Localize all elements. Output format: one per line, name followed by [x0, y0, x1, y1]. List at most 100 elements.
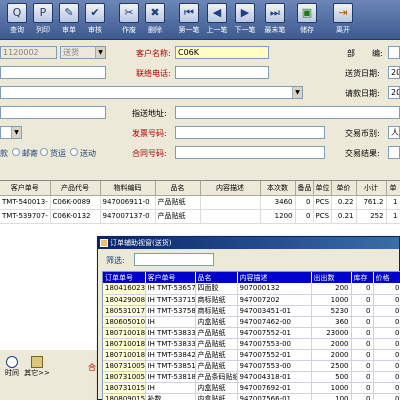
contract-no-field[interactable] [175, 146, 325, 159]
request-date-field[interactable]: 20 [388, 86, 400, 99]
address-select[interactable]: ▼ [0, 86, 303, 99]
table-row[interactable]: 180731005 IH TMT-53818 产品条码贴纸 947004318-01 5… [103, 371, 400, 383]
option-radio-4[interactable] [70, 148, 78, 156]
toolbar-button-7[interactable]: ◀ 上一笔 [204, 2, 230, 38]
table-cell: 200 [311, 283, 352, 295]
column-header[interactable]: 订单单号 [103, 272, 146, 283]
table-cell: 商标贴纸 [195, 294, 238, 306]
table-cell: 产品条码贴纸 [195, 371, 238, 383]
toolbar-button-11[interactable]: ⇥ 离开 [330, 2, 356, 38]
column-header[interactable]: 单位 [313, 181, 332, 196]
print-icon: P [33, 3, 53, 23]
column-header[interactable]: 物料编码 [100, 181, 156, 196]
table-cell: 0 [351, 349, 374, 361]
column-header[interactable]: 价格 [373, 272, 400, 283]
customer-name-field[interactable]: C06K [175, 46, 269, 59]
total-label: 合 [88, 363, 96, 372]
option-radio-2[interactable] [12, 148, 20, 156]
table-row[interactable]: 180809015 补数 内盒贴纸 947007566-01 100 0 0 [103, 393, 400, 400]
toolbar-button-5[interactable]: ✖ 删除 [142, 2, 168, 38]
column-header[interactable]: 品名 [195, 272, 238, 283]
exit-icon: ⇥ [333, 3, 353, 23]
column-header[interactable]: 客户单号 [145, 272, 196, 283]
column-header[interactable]: 内容描述 [237, 272, 312, 283]
dialog-title-bar[interactable]: 订单辅助视窗(送货) [98, 237, 399, 249]
currency-field[interactable]: 人 [388, 126, 400, 139]
column-header[interactable]: 内容描述 [200, 181, 261, 196]
option-label-4: 送动 [80, 149, 96, 158]
table-row[interactable]: 180731015 IH 内盒贴纸 947007692-01 1000 0 0 [103, 382, 400, 394]
table-cell: 0 [351, 338, 374, 350]
table-cell: 180809015 [103, 393, 146, 400]
table-cell: IH [145, 382, 196, 394]
table-cell: 180731015 [103, 382, 146, 394]
table-row[interactable]: 180710018 IH TMT-53833 产品贴纸 947007552-01 230… [103, 327, 400, 339]
column-header[interactable]: 品名 [155, 181, 201, 196]
header-field-left-4[interactable] [0, 106, 106, 119]
table-cell: 产品贴纸 [195, 338, 238, 350]
header-field-left-5[interactable]: ▼ [0, 126, 22, 139]
column-header[interactable]: 产品代号 [50, 181, 101, 196]
time-button[interactable]: 时间 [2, 356, 22, 377]
column-header[interactable]: 小计 [356, 181, 387, 196]
table-cell: 产品贴纸 [155, 209, 201, 224]
table-cell: IH TMT-53833 [145, 338, 196, 350]
toolbar-button-9[interactable]: ⏭ 最末笔 [262, 2, 288, 38]
invoice-no-label: 发票号码: [132, 129, 167, 138]
table-row[interactable]: 180710018 IH TMT-53842 产品贴纸 947007552-01 200… [103, 349, 400, 361]
delivery-address-field[interactable] [175, 106, 400, 119]
toolbar-button-3[interactable]: ✔ 审核 [82, 2, 108, 38]
table-row[interactable]: 180605010 IH 内盒贴纸 947007462-00 360 0 0 [103, 316, 400, 328]
table-cell: 947007137-0 [100, 209, 156, 224]
header-field-left-2[interactable] [0, 66, 106, 79]
order-helper-dialog: 订单辅助视窗(送货) 筛选: 订单单号 客户单号 品名 内容描述 出出数 库存 价格 180… [97, 236, 400, 400]
toolbar-button-8[interactable]: ▶ 下一笔 [232, 2, 258, 38]
invoice-no-field[interactable] [175, 126, 325, 139]
toolbar-button-0[interactable]: Q 查询 [4, 2, 30, 38]
column-header[interactable]: 出出数 [311, 272, 352, 283]
table-row[interactable]: 180731005 IH TMT-53851 产品贴纸 947007553-00 250… [103, 360, 400, 372]
save-icon: ▣ [297, 3, 317, 23]
table-cell: 0 [373, 327, 400, 339]
column-header[interactable]: 单价 [331, 181, 357, 196]
table-row[interactable]: TMT-540013- C06K-0089 947006911-0 产品贴纸 3460 0… [0, 195, 400, 210]
option-label-3: 货运 [50, 149, 66, 158]
delete-icon: ✖ [145, 3, 165, 23]
query-icon: Q [7, 3, 27, 23]
table-row[interactable]: 180710018 IH TMT-53833 产品贴纸 947007553-00 200… [103, 338, 400, 350]
toolbar-button-6[interactable]: ⏮ 第一笔 [176, 2, 202, 38]
table-row[interactable]: TMT-539707- C06K-0132 947007137-0 产品贴纸 1200 0… [0, 209, 400, 224]
column-header[interactable]: 客户单号 [0, 181, 51, 196]
table-cell: IH TMT-53657 [145, 283, 196, 295]
other-button[interactable]: 其它>> [24, 356, 50, 377]
table-cell: IH TMT-53758 [145, 305, 196, 317]
table-cell: 四面胶 [195, 283, 238, 295]
settle-field[interactable] [388, 146, 400, 159]
table-cell: 2000 [311, 338, 352, 350]
contact-phone-field[interactable] [175, 66, 269, 79]
delivery-date-field[interactable]: 20 [388, 66, 400, 79]
toolbar-button-1[interactable]: P 列印 [30, 2, 56, 38]
table-row[interactable]: 180531017 IH TMT-53758 商标贴纸 947003451-01 523… [103, 305, 400, 317]
column-header[interactable]: 库存 [351, 272, 374, 283]
table-cell: 0 [373, 393, 400, 400]
table-cell: 0 [373, 382, 400, 394]
code-field[interactable] [388, 46, 400, 59]
filter-input[interactable] [134, 253, 214, 266]
table-cell: 0 [351, 316, 374, 328]
table-row[interactable]: 180416023 IH TMT-53657 四面胶 907000132 200 0 0 [103, 283, 400, 295]
table-cell: 0 [351, 371, 374, 383]
toolbar-button-10[interactable]: ▣ 储存 [294, 2, 320, 38]
toolbar-button-2[interactable]: ✎ 审单 [56, 2, 82, 38]
column-header[interactable]: 单 [386, 181, 400, 196]
table-cell: 5230 [311, 305, 352, 317]
toolbar-button-4[interactable]: ✂ 作废 [116, 2, 142, 38]
table-cell: IH TMT-53851 [145, 360, 196, 372]
table-row[interactable]: 180429008 IH TMT-53715 商标贴纸 947007202 1000 0 0 [103, 294, 400, 306]
column-header[interactable]: 备品 [295, 181, 314, 196]
request-date-label: 请款日期: [345, 89, 380, 98]
order-type-select[interactable]: 送货 ▼ [60, 46, 106, 59]
order-number-field[interactable]: 1120002 [0, 46, 57, 59]
option-radio-3[interactable] [40, 148, 48, 156]
column-header[interactable]: 本次数 [260, 181, 296, 196]
